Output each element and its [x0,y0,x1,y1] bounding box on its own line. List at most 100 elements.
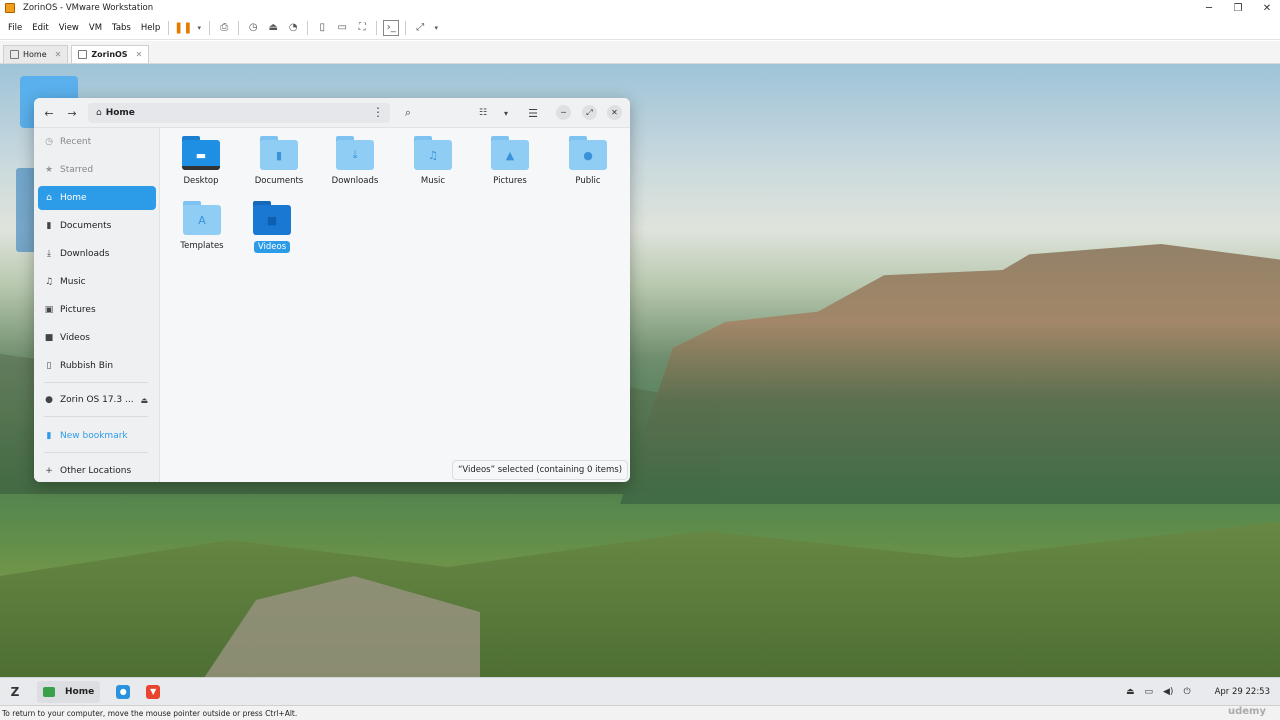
kebab-menu-icon[interactable]: ⋮ [372,105,384,119]
folder-music[interactable]: ♫ Music [398,130,468,194]
sidebar-item-downloads[interactable]: ⤓ Downloads [38,242,156,266]
pause-vm-icon[interactable]: ❚❚ [174,20,192,36]
fullscreen-icon[interactable]: ⛶ [354,20,370,36]
file-manager-header: ← → ⌂ Home ⋮ ⌕ ☷ ▾ ☰ ─ ⤢ ✕ [34,98,630,128]
volume-icon[interactable]: ◀) [1163,687,1173,697]
folder-videos[interactable]: ■ Videos [237,195,307,259]
sidebar-item-label: New bookmark [60,431,128,441]
sidebar-item-home[interactable]: ⌂ Home [38,186,156,210]
minimize-window-button[interactable]: ─ [556,105,571,120]
folder-desktop[interactable]: ▬ Desktop [166,130,236,194]
pause-dropdown-icon[interactable]: ▾ [195,20,203,36]
menu-tabs[interactable]: Tabs [112,23,131,33]
path-bar[interactable]: ⌂ Home ⋮ [88,103,390,123]
restore-button[interactable]: ❐ [1223,0,1253,16]
power-icon[interactable]: ⏻ [1183,687,1190,697]
pictures-folder-icon: ▲ [491,136,529,170]
tab-close-icon[interactable]: ✕ [136,50,143,59]
path-label: Home [105,108,135,118]
sidebar-item-label: Music [60,277,86,287]
toolbar-divider [376,20,378,35]
sidebar-item-starred[interactable]: ★ Starred [38,158,156,182]
file-manager-window: ← → ⌂ Home ⋮ ⌕ ☷ ▾ ☰ ─ ⤢ ✕ ◷ Recent ★ St… [34,98,630,482]
sidebar-divider [44,382,148,383]
snapshot-manager-icon[interactable]: ◔ [285,20,301,36]
folder-label: Documents [254,176,304,186]
sidebar-divider [44,452,148,453]
close-window-button[interactable]: ✕ [607,105,622,120]
picture-icon: ▣ [44,305,54,315]
sidebar-item-rubbish-bin[interactable]: ▯ Rubbish Bin [38,354,156,378]
software-store-icon[interactable]: ● [116,684,131,699]
maximize-window-button[interactable]: ⤢ [582,105,597,120]
sidebar-item-videos[interactable]: ■ Videos [38,326,156,350]
tab-zorinos[interactable]: ZorinOS ✕ [71,45,150,63]
toolbar-divider [307,20,309,35]
sidebar-item-music[interactable]: ♫ Music [38,270,156,294]
view-toggle-icon[interactable]: ☷ [475,105,491,121]
sidebar-item-other-locations[interactable]: + Other Locations [38,459,156,482]
host-titlebar: ZorinOS - VMware Workstation ─ ❐ ✕ [0,0,1280,16]
menu-vm[interactable]: VM [89,23,102,33]
stretch-dropdown-icon[interactable]: ▾ [432,20,440,36]
folder-templates[interactable]: A Templates [167,195,237,259]
zorin-menu-icon[interactable]: Z [7,684,23,700]
vm-tab-icon [78,50,88,59]
download-icon: ⤓ [47,249,51,259]
bookmark-icon: ▮ [46,431,52,441]
clock-icon: ◷ [45,137,53,147]
sidebar-item-label: Recent [60,137,92,147]
menu-edit[interactable]: Edit [32,23,48,33]
folder-pictures[interactable]: ▲ Pictures [475,130,545,194]
hamburger-menu-icon[interactable]: ☰ [525,105,541,121]
sidebar-item-label: Home [60,193,87,203]
console-view-icon[interactable]: ›_ [383,19,400,36]
wallpaper-hills [0,522,1280,677]
document-icon: ▮ [46,221,52,231]
sidebar-item-pictures[interactable]: ▣ Pictures [38,298,156,322]
thumbnail-view-icon[interactable]: ▭ [334,20,350,36]
file-grid[interactable]: ▬ Desktop ▮ Documents ⤓ Downloads ♫ Musi… [160,128,630,482]
stretch-view-icon[interactable]: ⤢ [412,20,428,36]
trash-icon: ▯ [46,361,52,371]
revert-snapshot-icon[interactable]: ⏏ [265,20,281,36]
library-view-icon[interactable]: ▯ [314,20,330,36]
send-keys-icon[interactable]: ⎙ [216,20,232,36]
folder-downloads[interactable]: ⤓ Downloads [320,130,390,194]
clock[interactable]: Apr 29 22:53 [1215,687,1270,697]
menu-help[interactable]: Help [141,23,160,33]
forward-arrow-icon[interactable]: → [64,105,80,121]
desktop-item-icon[interactable] [16,168,36,252]
guest-desktop[interactable]: ← → ⌂ Home ⋮ ⌕ ☷ ▾ ☰ ─ ⤢ ✕ ◷ Recent ★ St… [0,64,1280,677]
taskbar-task-files[interactable]: Home [37,680,101,703]
toolbar-divider [209,20,211,35]
back-arrow-icon[interactable]: ← [41,105,57,121]
display-icon[interactable]: ▭ [1145,687,1154,697]
menu-view[interactable]: View [59,23,79,33]
close-button[interactable]: ✕ [1252,0,1280,16]
brave-browser-icon[interactable]: ▼ [146,684,161,699]
sidebar-item-new-bookmark[interactable]: ▮ New bookmark [38,424,156,448]
snapshot-icon[interactable]: ◷ [245,20,261,36]
udemy-watermark: udemy [1228,706,1266,717]
view-options-chevron-icon[interactable]: ▾ [498,105,514,121]
eject-icon[interactable]: ⏏ [1126,687,1135,697]
menu-file[interactable]: File [8,23,22,33]
tab-close-icon[interactable]: ✕ [55,50,62,59]
sidebar-item-label: Rubbish Bin [60,361,114,371]
eject-icon[interactable]: ⏏ [140,396,148,405]
sidebar-item-documents[interactable]: ▮ Documents [38,214,156,238]
sidebar-item-recent[interactable]: ◷ Recent [38,130,156,154]
sidebar-item-label: Videos [60,333,90,343]
sidebar-item-label: Downloads [60,249,110,259]
folder-label: Music [420,176,446,186]
sidebar-item-label: Pictures [60,305,96,315]
minimize-button[interactable]: ─ [1194,0,1224,16]
sidebar-item-drive[interactable]: ● Zorin OS 17.3 ... ⏏ [38,388,156,412]
search-icon[interactable]: ⌕ [400,105,416,121]
folder-label: Downloads [331,176,379,186]
folder-public[interactable]: ● Public [553,130,623,194]
tab-home[interactable]: Home ✕ [3,45,69,63]
folder-documents[interactable]: ▮ Documents [244,130,314,194]
toolbar-divider [168,20,170,35]
